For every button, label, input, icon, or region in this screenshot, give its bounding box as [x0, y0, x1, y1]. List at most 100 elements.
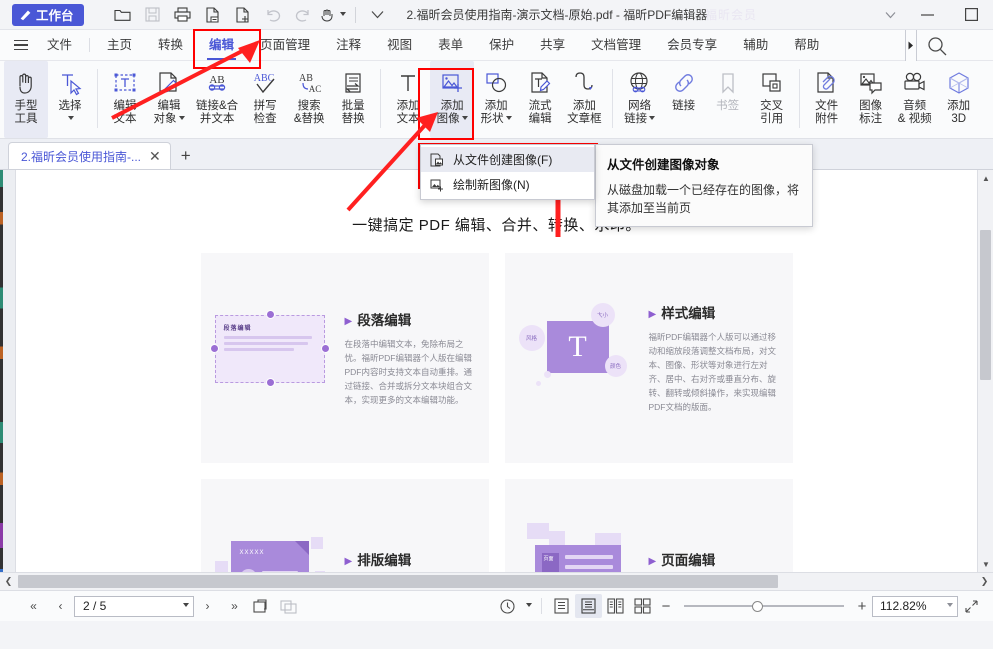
- ribbon-button-bookmark[interactable]: 书签: [706, 61, 750, 138]
- ribbon-button-select-tool[interactable]: 选择: [48, 61, 92, 138]
- chevron-down-icon[interactable]: [179, 116, 185, 120]
- menu-item-4[interactable]: 注释: [323, 30, 374, 61]
- redo-icon[interactable]: [288, 2, 318, 28]
- ribbon-button-web-link[interactable]: 网络链接: [618, 61, 662, 138]
- ribbon-button-file-attachment[interactable]: 文件附件: [805, 61, 849, 138]
- menu-item-draw-new-image[interactable]: 绘制新图像(N): [421, 172, 594, 197]
- first-page-button[interactable]: «: [20, 594, 47, 618]
- rotate-view-chevron-icon[interactable]: [521, 594, 535, 618]
- close-icon[interactable]: ✕: [147, 149, 163, 163]
- chevron-down-icon[interactable]: [462, 116, 468, 120]
- menu-item-5[interactable]: 视图: [374, 30, 425, 61]
- menu-overflow-arrow-icon[interactable]: [905, 30, 917, 61]
- ribbon-button-search-replace[interactable]: ABAC搜索&替换: [287, 61, 331, 138]
- ribbon-button-batch-replace[interactable]: 批量替换: [331, 61, 375, 138]
- horizontal-scroll-thumb[interactable]: [18, 575, 778, 588]
- menu-item-7[interactable]: 保护: [476, 30, 527, 61]
- zoom-level-input[interactable]: 112.82%: [872, 596, 958, 617]
- ribbon-button-add-shape[interactable]: 添加形状: [474, 61, 518, 138]
- ribbon-button-spell-check[interactable]: ABC拼写检查: [243, 61, 287, 138]
- fullscreen-icon[interactable]: [958, 594, 985, 618]
- previous-view-icon[interactable]: [248, 594, 275, 618]
- menu-item-8[interactable]: 共享: [527, 30, 578, 61]
- horizontal-scrollbar[interactable]: ❮ ❯: [0, 572, 993, 590]
- scroll-right-arrow-icon[interactable]: ❯: [976, 573, 993, 591]
- menu-item-3[interactable]: 页面管理: [247, 30, 323, 61]
- scroll-down-arrow-icon[interactable]: ▼: [978, 556, 993, 572]
- menu-item-10[interactable]: 会员专享: [654, 30, 730, 61]
- ribbon-button-add-text[interactable]: 添加文本: [386, 61, 430, 138]
- menu-item-create-image-from-file[interactable]: 从文件创建图像(F): [421, 147, 594, 172]
- bubble-style: 风格: [519, 325, 545, 351]
- menu-item-11[interactable]: 辅助: [730, 30, 781, 61]
- menu-item-6[interactable]: 表单: [425, 30, 476, 61]
- ribbon-button-hand-tool[interactable]: 手型工具: [4, 61, 48, 138]
- ribbon-button-audio-video[interactable]: 音频& 视频: [893, 61, 937, 138]
- chevron-down-icon[interactable]: [68, 116, 74, 120]
- minimize-button[interactable]: [905, 0, 949, 30]
- vertical-scroll-thumb[interactable]: [980, 230, 991, 380]
- vertical-scrollbar[interactable]: ▲ ▼: [977, 170, 993, 572]
- save-icon[interactable]: [138, 2, 168, 28]
- menu-item-file[interactable]: 文件: [34, 30, 85, 61]
- next-view-icon[interactable]: [275, 594, 302, 618]
- single-page-view-button[interactable]: [548, 594, 575, 618]
- open-folder-icon[interactable]: [108, 2, 138, 28]
- chevron-down-icon[interactable]: [947, 603, 953, 607]
- zoom-out-button[interactable]: −: [656, 594, 676, 618]
- last-page-button[interactable]: »: [221, 594, 248, 618]
- zoom-slider[interactable]: [684, 598, 844, 614]
- rotate-view-icon[interactable]: [494, 594, 521, 618]
- menu-item-12[interactable]: 帮助: [781, 30, 832, 61]
- ribbon-button-add-image[interactable]: 添加图像: [430, 61, 474, 138]
- print-icon[interactable]: [168, 2, 198, 28]
- chevron-down-icon[interactable]: [649, 116, 655, 120]
- ribbon-button-add-article-box[interactable]: 添加文章框: [562, 61, 607, 138]
- new-tab-button[interactable]: +: [171, 142, 201, 169]
- menu-item-9[interactable]: 文档管理: [578, 30, 654, 61]
- chevron-down-icon[interactable]: [506, 116, 512, 120]
- four-page-view-button[interactable]: [629, 594, 656, 618]
- search-icon[interactable]: [925, 34, 949, 58]
- page-add-icon[interactable]: [228, 2, 258, 28]
- page-remove-icon[interactable]: [198, 2, 228, 28]
- hand-tool-icon[interactable]: [318, 2, 348, 28]
- bookmark-icon: [715, 66, 741, 100]
- chevron-down-icon[interactable]: [183, 603, 189, 607]
- menu-item-1[interactable]: 转换: [145, 30, 196, 61]
- previous-page-button[interactable]: ‹: [47, 594, 74, 618]
- more-commands-chevron-icon[interactable]: [363, 0, 393, 30]
- workbench-button[interactable]: 工作台: [12, 4, 84, 26]
- zoom-slider-knob[interactable]: [752, 601, 763, 612]
- add-text-icon: [395, 66, 421, 100]
- ribbon-button-edit-text[interactable]: 编辑文本: [103, 61, 147, 138]
- continuous-page-view-button[interactable]: [575, 594, 602, 618]
- ribbon-button-cross-reference[interactable]: 交叉引用: [750, 61, 794, 138]
- menu-item-2[interactable]: 编辑: [196, 30, 247, 61]
- feature-card-text: ▶页面编辑 福昕PDF编辑器个人版支持对文档进行删除、添加、替换、裁剪、提取以及…: [645, 549, 779, 572]
- window-menu-chevron-icon[interactable]: [875, 0, 905, 30]
- ribbon-button-link-merge-text[interactable]: AB链接&合并文本: [191, 61, 243, 138]
- two-page-view-button[interactable]: [602, 594, 629, 618]
- main-menu-hamburger-icon[interactable]: [14, 40, 28, 51]
- page-number-input[interactable]: 2 / 5: [74, 596, 194, 617]
- menu-item-0[interactable]: 主页: [94, 30, 145, 61]
- zoom-in-button[interactable]: +: [852, 594, 872, 618]
- svg-text:AB: AB: [209, 74, 224, 86]
- ribbon-divider: [97, 69, 98, 128]
- undo-icon[interactable]: [258, 2, 288, 28]
- document-tab[interactable]: 2.福昕会员使用指南-... ✕: [8, 142, 171, 169]
- article-box-icon: [571, 66, 597, 100]
- ribbon-button-add-3d[interactable]: 添加3D: [937, 61, 981, 138]
- add-image-dropdown-menu[interactable]: 从文件创建图像(F) 绘制新图像(N): [420, 144, 595, 200]
- maximize-button[interactable]: [949, 0, 993, 30]
- ribbon-button-image-annotation[interactable]: 图像标注: [849, 61, 893, 138]
- art-label: 段落编辑: [224, 323, 324, 332]
- scroll-left-arrow-icon[interactable]: ❮: [0, 573, 17, 591]
- next-page-button[interactable]: ›: [194, 594, 221, 618]
- ribbon-button-link[interactable]: 链接: [662, 61, 706, 138]
- ribbon-button-flow-edit[interactable]: 流式编辑: [518, 61, 562, 138]
- scroll-up-arrow-icon[interactable]: ▲: [978, 170, 993, 186]
- style-edit-illustration: T 风格 大小 颜色: [519, 293, 639, 423]
- ribbon-button-edit-object[interactable]: 编辑对象: [147, 61, 191, 138]
